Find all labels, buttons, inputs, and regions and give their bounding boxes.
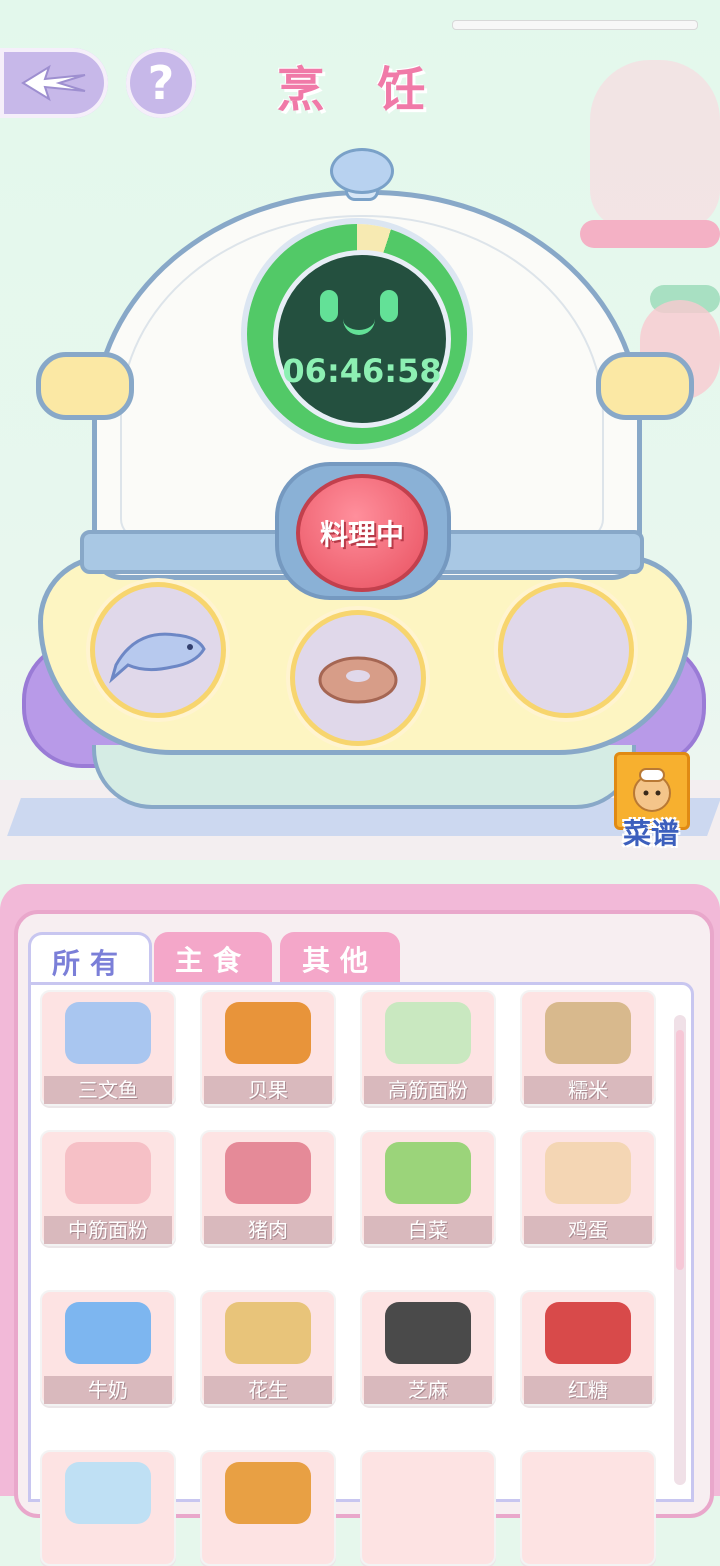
ingredient-name: 高筋面粉	[364, 1076, 492, 1104]
salmon-icon	[42, 992, 174, 1074]
bagel-icon-shape	[225, 1002, 311, 1064]
ingredient-name: 三文鱼	[44, 1076, 172, 1104]
item-icon-shape	[385, 1462, 471, 1524]
face-left-eye	[320, 290, 338, 322]
ingredient-card[interactable]	[520, 1450, 656, 1566]
rice-sack-icon	[522, 992, 654, 1074]
milk-carton-icon-shape	[65, 1302, 151, 1364]
ingredient-name: 糯米	[524, 1076, 652, 1104]
brown-sugar-bag-icon	[522, 1292, 654, 1374]
tab-all[interactable]: 所有	[28, 932, 152, 989]
cooking-status-button[interactable]: 料理中	[296, 474, 428, 592]
tab-other[interactable]: 其他	[280, 932, 400, 986]
flour-bag-pink-icon-shape	[65, 1142, 151, 1204]
recipe-book-label: 菜谱	[622, 817, 679, 850]
ingredient-name: 白菜	[364, 1216, 492, 1244]
egg-carton-icon	[522, 1132, 654, 1214]
ingredient-name: 牛奶	[44, 1376, 172, 1404]
ingredient-slot-3[interactable]	[498, 582, 634, 718]
ingredient-card[interactable]: 芝麻	[360, 1290, 496, 1406]
bagel-icon	[318, 656, 398, 704]
ingredient-name: 芝麻	[364, 1376, 492, 1404]
item-icon-shape	[545, 1462, 631, 1524]
timer-face	[273, 250, 451, 428]
ingredient-card[interactable]: 中筋面粉	[40, 1130, 176, 1246]
sesame-sack-icon-shape	[385, 1302, 471, 1364]
water-bottle-icon-shape	[65, 1462, 151, 1524]
ingredient-name: 红糖	[524, 1376, 652, 1404]
pork-icon-shape	[225, 1142, 311, 1204]
ingredient-card[interactable]: 鸡蛋	[520, 1130, 656, 1246]
ingredient-name: 贝果	[204, 1076, 332, 1104]
flour-bag-green-icon-shape	[385, 1002, 471, 1064]
face-right-eye	[380, 290, 398, 322]
salmon-icon-shape	[65, 1002, 151, 1064]
ingredient-card[interactable]: 红糖	[520, 1290, 656, 1406]
bread-icon	[202, 1452, 334, 1534]
scrollbar-thumb[interactable]	[676, 1030, 684, 1270]
bread-icon-shape	[225, 1462, 311, 1524]
ingredient-card[interactable]: 花生	[200, 1290, 336, 1406]
flour-bag-green-icon	[362, 992, 494, 1074]
dome-knob	[330, 148, 394, 194]
tab-staple-food[interactable]: 主食	[154, 932, 272, 986]
ingredient-card[interactable]: 贝果	[200, 990, 336, 1106]
cooking-timer: 06:46:58	[282, 352, 442, 390]
pork-icon	[202, 1132, 334, 1214]
ingredient-name: 猪肉	[204, 1216, 332, 1244]
ingredient-card[interactable]	[360, 1450, 496, 1566]
left-handle	[36, 352, 134, 420]
ingredient-name: 花生	[204, 1376, 332, 1404]
sesame-sack-icon	[362, 1292, 494, 1374]
ingredient-name: 鸡蛋	[524, 1216, 652, 1244]
ingredient-card[interactable]	[200, 1450, 336, 1566]
item-icon	[522, 1452, 654, 1534]
flour-bag-pink-icon	[42, 1132, 174, 1214]
recipe-book-button[interactable]: 菜谱	[610, 752, 692, 852]
ingredient-card[interactable]	[40, 1450, 176, 1566]
brown-sugar-bag-icon-shape	[545, 1302, 631, 1364]
egg-carton-icon-shape	[545, 1142, 631, 1204]
rice-sack-icon-shape	[545, 1002, 631, 1064]
ingredient-card[interactable]: 高筋面粉	[360, 990, 496, 1106]
item-icon	[362, 1452, 494, 1534]
water-bottle-icon	[42, 1452, 174, 1534]
cooking-machine: 06:46:58 料理中	[0, 0, 720, 860]
ingredient-slot-2[interactable]	[290, 610, 426, 746]
ingredient-slot-1[interactable]	[90, 582, 226, 718]
ingredient-card[interactable]: 牛奶	[40, 1290, 176, 1406]
ingredient-card[interactable]: 三文鱼	[40, 990, 176, 1106]
peanut-bag-icon-shape	[225, 1302, 311, 1364]
bagel-icon	[202, 992, 334, 1074]
ingredient-card[interactable]: 糯米	[520, 990, 656, 1106]
ingredient-card[interactable]: 猪肉	[200, 1130, 336, 1246]
peanut-bag-icon	[202, 1292, 334, 1374]
ingredient-card[interactable]: 白菜	[360, 1130, 496, 1246]
cabbage-icon	[362, 1132, 494, 1214]
ingredient-name: 中筋面粉	[44, 1216, 172, 1244]
right-handle	[596, 352, 694, 420]
cabbage-icon-shape	[385, 1142, 471, 1204]
salmon-icon	[109, 632, 206, 684]
milk-carton-icon	[42, 1292, 174, 1374]
